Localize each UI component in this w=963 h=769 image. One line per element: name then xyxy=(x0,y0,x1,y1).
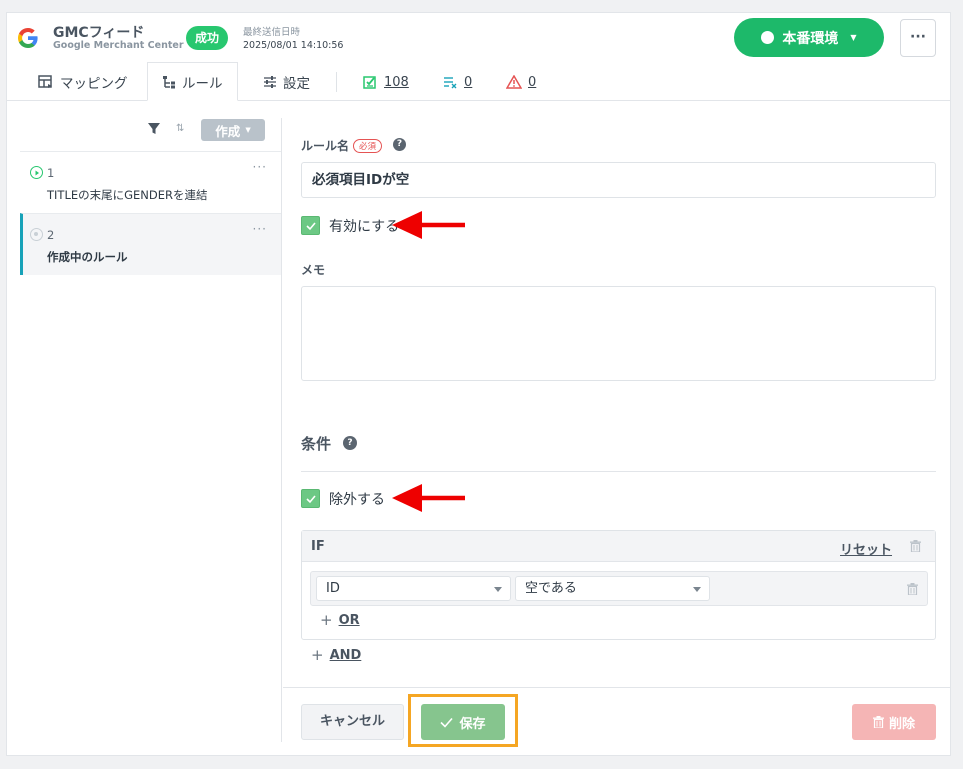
rule-active-status-icon xyxy=(30,166,43,179)
tab-warnings[interactable]: 0 xyxy=(506,63,536,101)
app-subtitle: Google Merchant Center xyxy=(53,40,184,51)
last-sent-value: 2025/08/01 14:10:56 xyxy=(243,40,344,51)
app-title: GMCフィード xyxy=(53,25,145,41)
add-and-label: AND xyxy=(329,647,362,663)
red-arrow-annotation-icon xyxy=(392,211,465,239)
caret-down-icon: ▼ xyxy=(850,33,857,42)
add-or-link[interactable]: + OR xyxy=(320,611,360,629)
warning-triangle-icon xyxy=(506,75,522,89)
create-rule-label: 作成 xyxy=(215,123,241,139)
rule-menu-icon[interactable]: ··· xyxy=(253,222,267,236)
tab-mapping-label: マッピング xyxy=(60,76,128,92)
if-label: IF xyxy=(311,539,325,554)
caret-down-icon xyxy=(494,587,502,592)
plus-icon: + xyxy=(311,646,324,664)
rule-menu-icon[interactable]: ··· xyxy=(253,160,267,174)
tab-valid-items[interactable]: 108 xyxy=(363,63,409,101)
tab-settings[interactable]: 設定 xyxy=(263,63,310,101)
condition-operator-value: 空である xyxy=(525,581,577,596)
tab-excluded-items[interactable]: 0 xyxy=(443,63,472,101)
google-logo-icon xyxy=(18,28,38,48)
add-and-link[interactable]: + AND xyxy=(311,646,361,664)
red-arrow-annotation-icon xyxy=(392,484,465,512)
exclude-checkbox[interactable] xyxy=(301,489,320,508)
rule-list-item-selected[interactable]: 2 ··· 作成中のルール xyxy=(20,213,281,275)
checklist-icon xyxy=(363,75,376,89)
section-divider xyxy=(301,471,936,472)
trash-icon[interactable] xyxy=(910,540,921,552)
rule-list-item[interactable]: 1 ··· TITLEの末尾にGENDERを連結 xyxy=(20,151,281,213)
reset-link[interactable]: リセット xyxy=(840,539,892,558)
tab-bar: マッピング ルール 設定 108 0 0 xyxy=(6,62,951,101)
rule-name-label: ルール名 必須 xyxy=(301,137,383,154)
last-sent-label: 最終送信日時 xyxy=(243,27,301,38)
condition-field-value: ID xyxy=(326,581,340,596)
sliders-icon xyxy=(264,76,276,88)
sort-icon[interactable]: ⇅ xyxy=(176,123,184,134)
trash-icon xyxy=(872,716,884,728)
rules-tree-icon xyxy=(163,75,175,88)
tab-divider xyxy=(336,72,337,92)
valid-count: 108 xyxy=(384,74,409,90)
checkmark-icon xyxy=(440,717,454,728)
exclude-label: 除外する xyxy=(329,492,385,508)
save-button-label: 保存 xyxy=(459,716,486,732)
conditions-title: 条件 xyxy=(301,435,332,453)
rule-list-panel: ⇅ 作成 ▼ 1 ··· TITLEの末尾にGENDERを連結 2 ··· 作成… xyxy=(20,118,282,742)
caret-down-icon xyxy=(693,587,701,592)
plus-icon: + xyxy=(320,611,333,629)
if-condition-group: IF リセット ID 空である + OR xyxy=(301,530,936,640)
tab-rules[interactable]: ルール xyxy=(147,62,238,101)
rule-name: 作成中のルール xyxy=(47,250,128,264)
memo-label: メモ xyxy=(301,263,326,277)
list-remove-icon xyxy=(444,76,457,88)
rule-name-label-text: ルール名 xyxy=(301,139,350,153)
rule-number: 2 xyxy=(47,228,55,242)
condition-row: ID 空である xyxy=(310,571,928,606)
help-icon[interactable]: ? xyxy=(343,436,357,450)
save-button[interactable]: 保存 xyxy=(421,704,505,740)
footer-divider xyxy=(283,687,950,688)
memo-textarea[interactable] xyxy=(301,286,936,381)
environment-status-dot-icon xyxy=(761,31,775,44)
cancel-button[interactable]: キャンセル xyxy=(301,704,404,740)
delete-button-label: 削除 xyxy=(888,716,915,732)
mapping-icon xyxy=(38,75,52,88)
condition-field-select[interactable]: ID xyxy=(316,576,511,601)
tab-mapping[interactable]: マッピング xyxy=(38,63,128,101)
condition-operator-select[interactable]: 空である xyxy=(515,576,710,601)
rule-name: TITLEの末尾にGENDERを連結 xyxy=(47,188,208,202)
tab-settings-label: 設定 xyxy=(283,76,310,92)
excluded-count: 0 xyxy=(464,74,473,90)
trash-icon[interactable] xyxy=(907,583,918,595)
checkmark-icon xyxy=(306,495,316,504)
enable-label: 有効にする xyxy=(329,219,400,235)
required-badge: 必須 xyxy=(353,139,383,153)
warning-count: 0 xyxy=(528,74,537,90)
rule-draft-status-icon xyxy=(30,228,43,241)
delete-button[interactable]: 削除 xyxy=(852,704,936,740)
rule-number: 1 xyxy=(47,166,55,180)
environment-button[interactable]: 本番環境 ▼ xyxy=(734,18,884,57)
checkmark-icon xyxy=(306,222,316,231)
more-options-button[interactable]: ··· xyxy=(900,19,936,57)
tab-rules-label: ルール xyxy=(182,75,223,92)
add-or-label: OR xyxy=(338,612,360,628)
status-badge: 成功 xyxy=(186,26,229,50)
help-icon[interactable]: ? xyxy=(393,138,406,151)
create-rule-button[interactable]: 作成 ▼ xyxy=(201,119,265,141)
if-group-header: IF リセット xyxy=(302,531,935,562)
enable-checkbox[interactable] xyxy=(301,216,320,235)
environment-button-label: 本番環境 xyxy=(782,30,839,47)
filter-icon[interactable] xyxy=(148,123,160,135)
rule-name-input[interactable]: 必須項目IDが空 xyxy=(301,162,936,198)
caret-down-icon: ▼ xyxy=(245,126,251,134)
